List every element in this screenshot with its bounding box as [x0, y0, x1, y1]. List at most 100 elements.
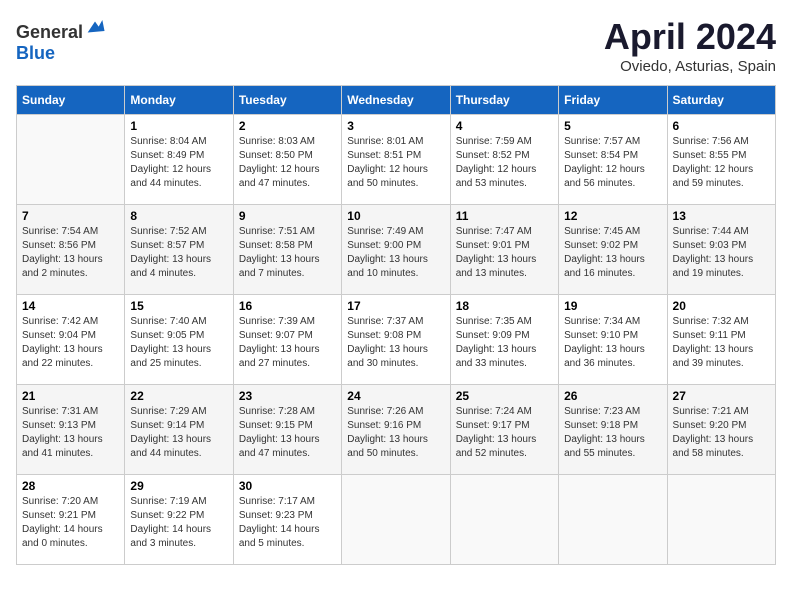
header-row: SundayMondayTuesdayWednesdayThursdayFrid…: [17, 86, 776, 115]
calendar-cell: 2Sunrise: 8:03 AMSunset: 8:50 PMDaylight…: [233, 115, 341, 205]
calendar-cell: 25 Sunrise: 7:24 AMSunset: 9:17 PMDayligh…: [450, 385, 558, 475]
day-number: 4: [456, 119, 553, 133]
day-info: Sunrise: 7:28 AMSunset: 9:15 PMDaylight:…: [239, 405, 336, 461]
day-number: 24: [347, 389, 444, 403]
calendar-body: 1Sunrise: 8:04 AMSunset: 8:49 PMDaylight…: [17, 115, 776, 565]
calendar-cell: 13 Sunrise: 7:44 AMSunset: 9:03 PMDayligh…: [667, 205, 775, 295]
day-number: 25: [456, 389, 553, 403]
day-number: 21: [22, 389, 119, 403]
day-info: Sunrise: 7:19 AMSunset: 9:22 PMDaylight:…: [130, 495, 227, 551]
day-info: Sunrise: 7:39 AMSunset: 9:07 PMDaylight:…: [239, 315, 336, 371]
day-number: 19: [564, 299, 661, 313]
calendar-cell: 26 Sunrise: 7:23 AMSunset: 9:18 PMDayligh…: [559, 385, 667, 475]
day-info: Sunrise: 7:34 AMSunset: 9:10 PMDaylight:…: [564, 315, 661, 371]
calendar-cell: [559, 475, 667, 565]
day-number: 29: [130, 479, 227, 493]
column-header-friday: Friday: [559, 86, 667, 115]
calendar-cell: 30 Sunrise: 7:17 AMSunset: 9:23 PMDayligh…: [233, 475, 341, 565]
day-info: Sunrise: 7:52 AMSunset: 8:57 PMDaylight:…: [130, 225, 227, 281]
logo-bird-icon: [84, 16, 106, 38]
column-header-sunday: Sunday: [17, 86, 125, 115]
day-info: Sunrise: 7:44 AMSunset: 9:03 PMDaylight:…: [673, 225, 770, 281]
day-info: Sunrise: 7:20 AMSunset: 9:21 PMDaylight:…: [22, 495, 119, 551]
calendar-cell: 24 Sunrise: 7:26 AMSunset: 9:16 PMDayligh…: [342, 385, 450, 475]
day-info: Sunrise: 7:54 AMSunset: 8:56 PMDaylight:…: [22, 225, 119, 281]
day-info: Sunrise: 7:57 AMSunset: 8:54 PMDaylight:…: [564, 135, 661, 191]
day-info: Sunrise: 7:21 AMSunset: 9:20 PMDaylight:…: [673, 405, 770, 461]
calendar-cell: 29 Sunrise: 7:19 AMSunset: 9:22 PMDayligh…: [125, 475, 233, 565]
day-number: 5: [564, 119, 661, 133]
day-number: 26: [564, 389, 661, 403]
page-title: April 2024: [604, 16, 776, 58]
calendar-cell: 12Sunrise: 7:45 AMSunset: 9:02 PMDayligh…: [559, 205, 667, 295]
calendar-cell: 23 Sunrise: 7:28 AMSunset: 9:15 PMDayligh…: [233, 385, 341, 475]
week-row-1: 1Sunrise: 8:04 AMSunset: 8:49 PMDaylight…: [17, 115, 776, 205]
day-number: 30: [239, 479, 336, 493]
calendar-cell: 3Sunrise: 8:01 AMSunset: 8:51 PMDaylight…: [342, 115, 450, 205]
day-number: 12: [564, 209, 661, 223]
column-header-thursday: Thursday: [450, 86, 558, 115]
logo-wordmark: General Blue: [16, 16, 106, 64]
day-info: Sunrise: 7:26 AMSunset: 9:16 PMDaylight:…: [347, 405, 444, 461]
page-header: General Blue April 2024 Oviedo, Asturias…: [16, 16, 776, 75]
week-row-4: 21 Sunrise: 7:31 AMSunset: 9:13 PMDayligh…: [17, 385, 776, 475]
logo: General Blue: [16, 16, 106, 64]
calendar-cell: 1Sunrise: 8:04 AMSunset: 8:49 PMDaylight…: [125, 115, 233, 205]
day-info: Sunrise: 7:35 AMSunset: 9:09 PMDaylight:…: [456, 315, 553, 371]
page-subtitle: Oviedo, Asturias, Spain: [604, 58, 776, 75]
logo-general-text: General: [16, 22, 83, 42]
calendar-cell: 5 Sunrise: 7:57 AMSunset: 8:54 PMDaylight…: [559, 115, 667, 205]
day-number: 27: [673, 389, 770, 403]
calendar-table: SundayMondayTuesdayWednesdayThursdayFrid…: [16, 85, 776, 565]
week-row-3: 14Sunrise: 7:42 AMSunset: 9:04 PMDayligh…: [17, 295, 776, 385]
column-header-saturday: Saturday: [667, 86, 775, 115]
calendar-cell: 9 Sunrise: 7:51 AMSunset: 8:58 PMDaylight…: [233, 205, 341, 295]
day-info: Sunrise: 7:23 AMSunset: 9:18 PMDaylight:…: [564, 405, 661, 461]
calendar-cell: 28 Sunrise: 7:20 AMSunset: 9:21 PMDayligh…: [17, 475, 125, 565]
calendar-cell: [450, 475, 558, 565]
day-info: Sunrise: 7:17 AMSunset: 9:23 PMDaylight:…: [239, 495, 336, 551]
day-number: 8: [130, 209, 227, 223]
day-info: Sunrise: 7:32 AMSunset: 9:11 PMDaylight:…: [673, 315, 770, 371]
calendar-cell: 20Sunrise: 7:32 AMSunset: 9:11 PMDayligh…: [667, 295, 775, 385]
day-number: 2: [239, 119, 336, 133]
calendar-cell: 19 Sunrise: 7:34 AMSunset: 9:10 PMDayligh…: [559, 295, 667, 385]
calendar-cell: [667, 475, 775, 565]
day-number: 15: [130, 299, 227, 313]
day-number: 6: [673, 119, 770, 133]
day-number: 9: [239, 209, 336, 223]
calendar-cell: 17Sunrise: 7:37 AMSunset: 9:08 PMDayligh…: [342, 295, 450, 385]
day-number: 11: [456, 209, 553, 223]
day-number: 28: [22, 479, 119, 493]
day-number: 16: [239, 299, 336, 313]
calendar-cell: 22Sunrise: 7:29 AMSunset: 9:14 PMDayligh…: [125, 385, 233, 475]
week-row-2: 7 Sunrise: 7:54 AMSunset: 8:56 PMDaylight…: [17, 205, 776, 295]
day-number: 13: [673, 209, 770, 223]
day-info: Sunrise: 7:47 AMSunset: 9:01 PMDaylight:…: [456, 225, 553, 281]
day-number: 22: [130, 389, 227, 403]
calendar-cell: 27 Sunrise: 7:21 AMSunset: 9:20 PMDayligh…: [667, 385, 775, 475]
calendar-cell: 18 Sunrise: 7:35 AMSunset: 9:09 PMDayligh…: [450, 295, 558, 385]
day-number: 7: [22, 209, 119, 223]
column-header-wednesday: Wednesday: [342, 86, 450, 115]
calendar-cell: 14Sunrise: 7:42 AMSunset: 9:04 PMDayligh…: [17, 295, 125, 385]
calendar-cell: 10Sunrise: 7:49 AMSunset: 9:00 PMDayligh…: [342, 205, 450, 295]
day-info: Sunrise: 7:51 AMSunset: 8:58 PMDaylight:…: [239, 225, 336, 281]
day-number: 23: [239, 389, 336, 403]
day-info: Sunrise: 7:31 AMSunset: 9:13 PMDaylight:…: [22, 405, 119, 461]
day-info: Sunrise: 7:24 AMSunset: 9:17 PMDaylight:…: [456, 405, 553, 461]
day-info: Sunrise: 7:42 AMSunset: 9:04 PMDaylight:…: [22, 315, 119, 371]
column-header-tuesday: Tuesday: [233, 86, 341, 115]
calendar-cell: 21 Sunrise: 7:31 AMSunset: 9:13 PMDayligh…: [17, 385, 125, 475]
calendar-cell: [17, 115, 125, 205]
day-info: Sunrise: 7:37 AMSunset: 9:08 PMDaylight:…: [347, 315, 444, 371]
day-number: 18: [456, 299, 553, 313]
calendar-cell: 11 Sunrise: 7:47 AMSunset: 9:01 PMDayligh…: [450, 205, 558, 295]
title-block: April 2024 Oviedo, Asturias, Spain: [604, 16, 776, 75]
day-info: Sunrise: 8:04 AMSunset: 8:49 PMDaylight:…: [130, 135, 227, 191]
calendar-cell: [342, 475, 450, 565]
day-info: Sunrise: 7:49 AMSunset: 9:00 PMDaylight:…: [347, 225, 444, 281]
calendar-cell: 8 Sunrise: 7:52 AMSunset: 8:57 PMDaylight…: [125, 205, 233, 295]
day-info: Sunrise: 7:56 AMSunset: 8:55 PMDaylight:…: [673, 135, 770, 191]
week-row-5: 28 Sunrise: 7:20 AMSunset: 9:21 PMDayligh…: [17, 475, 776, 565]
